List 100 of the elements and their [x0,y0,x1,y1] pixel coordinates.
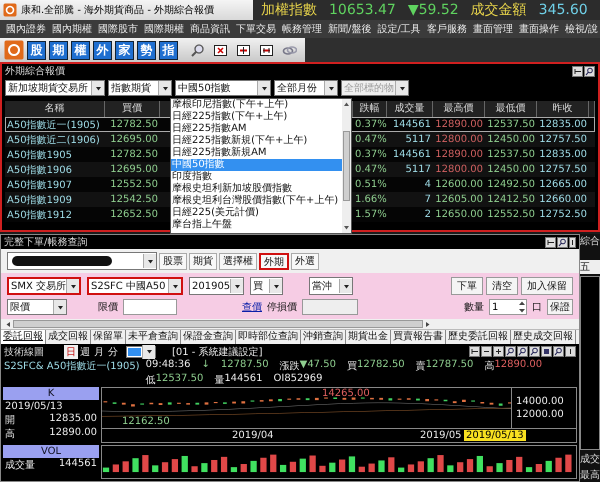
dropdown-option[interactable]: 日經225指數新規AM [171,147,342,159]
dropdown-option[interactable]: 日經225指數(下午+上午) [171,111,342,123]
plus-icon[interactable] [493,346,504,357]
query-tab[interactable]: 沖銷查詢 [301,330,346,344]
dropdown-option[interactable]: 印度指數 [171,171,342,183]
window-icon[interactable] [236,42,251,58]
menu-item[interactable]: 新聞/盤後 [325,22,374,36]
query-tab[interactable]: 未平倉查詢 [126,330,181,344]
toolbar-button[interactable]: 權 [71,40,90,60]
menu-item[interactable]: 下單交易 [233,22,279,36]
price-field[interactable] [123,299,177,315]
dropdown-field[interactable]: 當沖 [309,277,353,295]
table-cell-text: A50指數近二(1906) [6,134,101,146]
menu-item[interactable]: 國內證券 [3,22,49,36]
query-tab[interactable]: 即時部位查詢 [236,330,301,344]
query-tab[interactable]: 歷史委託回報 [446,330,511,344]
table-cell-text: 12605.00 [434,194,484,205]
dropdown-option[interactable]: 摩根史坦利台灣股價指數(下午+上午) [171,195,342,207]
table-cell-text: 12552.50 [486,209,536,220]
query-tab[interactable]: 歷史成交回報 [511,330,576,344]
dropdown-field[interactable]: 201905 [189,277,244,295]
dropdown-field[interactable]: S2SFC 中國A50 [87,277,183,295]
order-button[interactable]: 下單 [451,277,483,295]
menu-item[interactable]: 國內期權 [49,22,95,36]
market-tab[interactable]: 外期 [259,252,289,270]
search-icon[interactable] [190,42,205,58]
period-button[interactable]: 週 [78,344,92,358]
menu-item[interactable]: 客戶服務 [424,22,470,36]
period-button[interactable]: 日 [64,344,78,358]
info-icon[interactable] [565,346,576,357]
tab[interactable]: 五 [580,260,600,274]
search-icon[interactable] [553,346,564,357]
scroll-thumb[interactable] [343,131,350,201]
dropdown-option[interactable]: 摩台指上午盤 [171,219,342,231]
pin-icon[interactable] [469,346,480,357]
dropdown-option[interactable]: 日經225指數新規(下午+上午) [171,135,342,147]
period-button[interactable]: 月 [92,344,106,358]
dropdown-field[interactable]: SMX 交易所 [7,277,81,295]
dropdown-field[interactable]: 中國50指數 [175,80,271,96]
dropdown-option[interactable]: 日經225(美元計價) [171,207,342,219]
menu-item[interactable]: 帳務管理 [279,22,325,36]
unit-label: 口 [532,301,542,314]
account-field[interactable] [7,252,157,270]
period-button[interactable]: 分 [106,344,120,358]
dropdown-option[interactable]: 日經225指數AM [171,123,342,135]
quote-field: 低12537.50 [146,373,204,387]
dropdown-field[interactable]: 新加坡期貨交易所 [5,80,105,96]
market-tab[interactable]: 期貨 [189,252,217,270]
order-button[interactable]: 加入保留 [521,277,573,295]
minus-icon[interactable] [481,346,492,357]
quote-field: 賣12787.50 [416,359,474,373]
dropdown-field[interactable]: 限價 [7,299,67,315]
toolbar-button[interactable]: 勢 [137,40,156,60]
table-cell-text: 12835.00 [538,149,588,160]
dropdown-field[interactable] [126,346,156,358]
table-cell-text: 0.51% [354,179,387,190]
toolbar-button[interactable]: 指 [159,40,178,60]
pin-icon [572,66,583,76]
table-cell-text: 1.66% [354,194,387,205]
toolbar-button[interactable]: 家 [115,40,134,60]
query-tab[interactable]: 保留單 [91,330,126,344]
scrollbar[interactable] [342,99,351,233]
query-tab[interactable]: 買賣報告書 [391,330,446,344]
scroll-thumb[interactable] [13,320,423,328]
dropdown-field[interactable]: 全部月份 [274,80,338,96]
menu-item[interactable]: 檢視/說 [562,22,600,36]
menu-item[interactable]: 國際股市 [95,22,141,36]
quantity-field[interactable]: 1 [489,299,527,315]
table-cell-text: A50指數1912 [6,208,74,222]
toolbar-button[interactable]: 股 [27,40,46,60]
menu-item[interactable]: 設定/工具 [374,22,424,36]
market-tab[interactable]: 股票 [159,252,187,270]
save-icon[interactable] [541,346,552,357]
query-tab[interactable]: 保證金查詢 [181,330,236,344]
table-cell-text: 0.47% [354,164,387,175]
toolbar-button[interactable]: 期 [49,40,68,60]
query-tab[interactable]: 委託回報 [1,330,46,344]
close-icon[interactable] [213,42,228,58]
margin-button[interactable]: 保證 [547,299,573,315]
table-cell-text: 12800.00 [434,134,484,145]
query-tab[interactable]: 期貨出金 [346,330,391,344]
panel-title: 外期綜合報價 [5,64,65,78]
query-link[interactable]: 查價 [242,300,262,314]
axis-label: 2019/05 [420,430,462,441]
window-icon[interactable] [259,42,274,58]
order-button[interactable]: 清空 [486,277,518,295]
stop-price-field[interactable] [302,299,358,315]
menu-item[interactable]: 國際期權 [141,22,187,36]
dropdown-field[interactable]: 買 [250,277,283,295]
table-cell-text: 12782.50 [109,119,159,130]
market-tab[interactable]: 選擇權 [219,252,257,270]
market-tab[interactable]: 外選 [291,252,319,270]
menu-item[interactable]: 商品資訊 [187,22,233,36]
menu-item[interactable]: 畫面操作 [516,22,562,36]
query-tab[interactable]: 成交回報 [46,330,91,344]
dropdown-field[interactable]: 指數期貨 [108,80,172,96]
dropdown-option[interactable]: 摩根史坦利新加坡股價指數 [171,183,342,195]
menu-item[interactable]: 畫面管理 [470,22,516,36]
table-cell-text: 0.37% [354,119,387,130]
toolbar-button[interactable]: 外 [93,40,112,60]
